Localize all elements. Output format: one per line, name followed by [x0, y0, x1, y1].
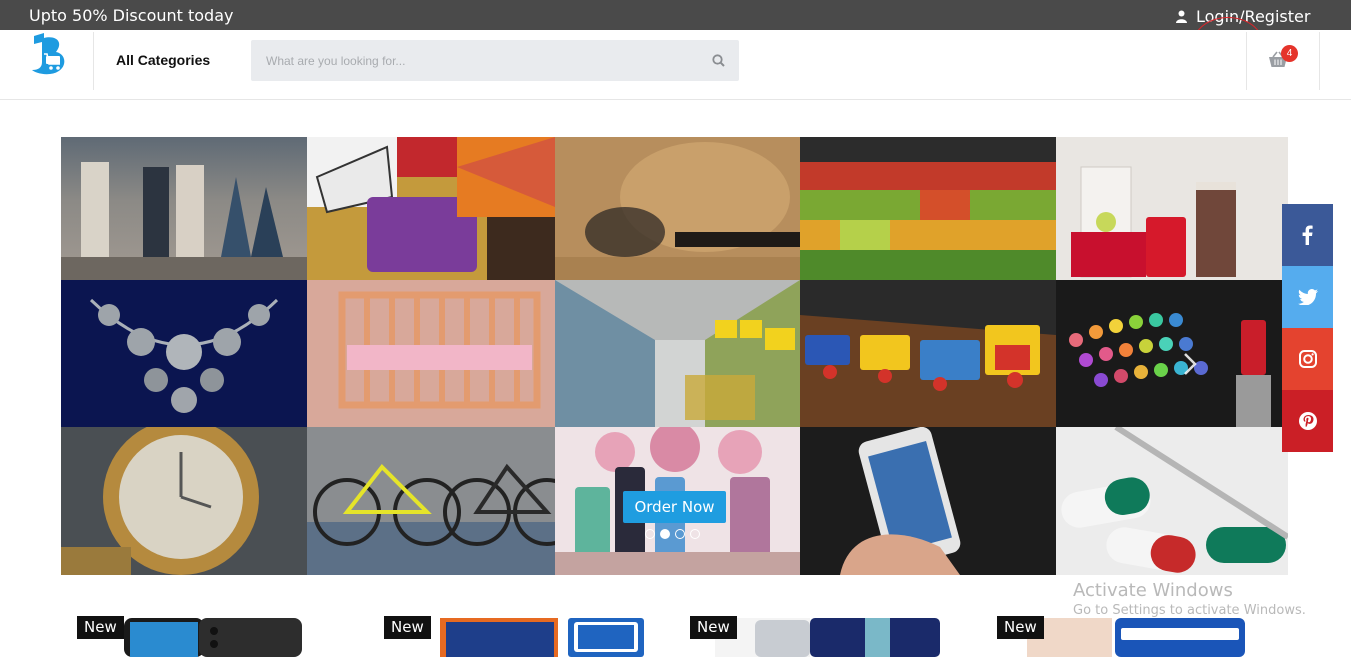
slider-dot[interactable]	[645, 529, 655, 539]
facebook-icon	[1302, 225, 1313, 245]
product-card[interactable]: New	[690, 614, 950, 657]
product-card[interactable]: New	[384, 614, 654, 657]
product-image	[715, 618, 940, 657]
product-card[interactable]: New	[77, 614, 307, 657]
all-categories-menu[interactable]: All Categories	[116, 52, 210, 68]
site-logo[interactable]	[28, 32, 74, 76]
new-badge: New	[384, 616, 431, 639]
tile-drinks[interactable]	[1056, 137, 1288, 280]
new-badge: New	[997, 616, 1044, 639]
search-bar	[251, 40, 739, 81]
search-icon	[711, 54, 725, 67]
product-image	[1027, 618, 1245, 657]
tile-medicines[interactable]	[1056, 427, 1288, 575]
chevron-right-icon	[1184, 353, 1197, 375]
new-badge: New	[690, 616, 737, 639]
slider-dot[interactable]	[675, 529, 685, 539]
product-strip: New New New New	[0, 614, 1351, 657]
twitter-icon	[1297, 289, 1318, 305]
tile-watches[interactable]	[61, 427, 307, 575]
twitter-button[interactable]	[1282, 266, 1333, 328]
facebook-button[interactable]	[1282, 204, 1333, 266]
new-badge: New	[77, 616, 124, 639]
windows-activation-watermark: Activate Windows Go to Settings to activ…	[1073, 580, 1306, 618]
cart-count-badge: 4	[1281, 45, 1298, 62]
tile-supermarket[interactable]	[555, 280, 800, 427]
product-image	[124, 616, 304, 657]
tile-cosmetics[interactable]	[1056, 280, 1288, 427]
header-divider	[1246, 32, 1247, 90]
watermark-title: Activate Windows	[1073, 580, 1233, 601]
tile-furniture[interactable]	[307, 280, 555, 427]
tile-vegetables[interactable]	[800, 137, 1056, 280]
tile-fashion[interactable]	[61, 137, 307, 280]
promo-text: Upto 50% Discount today	[29, 6, 234, 25]
tile-mobiles[interactable]	[800, 427, 1056, 575]
user-icon	[1176, 10, 1187, 23]
slider-dot-active[interactable]	[660, 529, 670, 539]
slider-next-arrow[interactable]	[1183, 352, 1197, 381]
instagram-button[interactable]	[1282, 328, 1333, 390]
tile-toys[interactable]	[800, 280, 1056, 427]
pinterest-icon	[1298, 412, 1317, 430]
instagram-icon	[1298, 350, 1317, 368]
header-divider	[1319, 32, 1320, 90]
header-divider	[93, 32, 94, 90]
social-share-bar	[1282, 204, 1333, 452]
pinterest-button[interactable]	[1282, 390, 1333, 452]
product-image	[440, 618, 644, 657]
tile-bags[interactable]	[307, 137, 555, 280]
order-now-button[interactable]: Order Now	[623, 491, 726, 523]
slider-dot[interactable]	[690, 529, 700, 539]
search-input[interactable]	[251, 40, 697, 81]
product-card[interactable]: New	[997, 614, 1257, 657]
tile-jewellery[interactable]	[61, 280, 307, 427]
header: All Categories 4	[0, 30, 1351, 100]
slider-dots	[645, 529, 700, 539]
tile-hats[interactable]	[555, 137, 800, 280]
tile-bicycles[interactable]	[307, 427, 555, 575]
top-bar: Upto 50% Discount today Login/Register	[0, 0, 1351, 30]
search-button[interactable]	[697, 40, 739, 81]
